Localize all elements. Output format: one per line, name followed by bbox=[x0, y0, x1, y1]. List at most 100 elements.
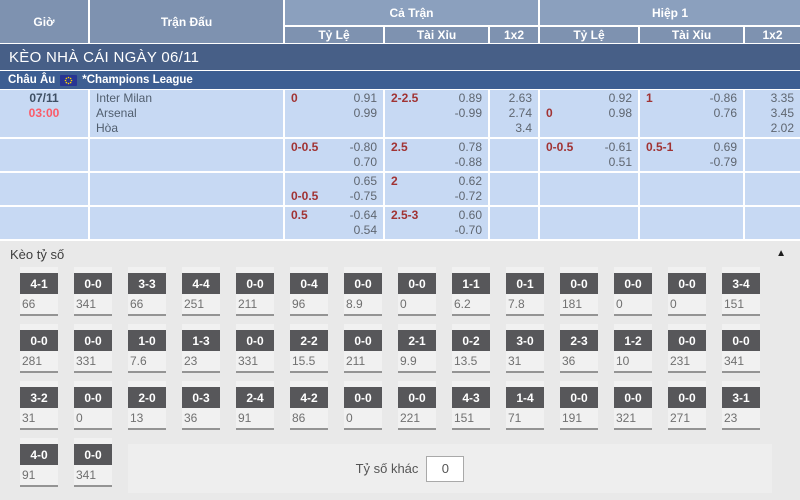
odds-cell-h1-overunder[interactable]: 0.5-10.69-0.79 bbox=[640, 139, 743, 171]
match-teams-cell[interactable] bbox=[90, 139, 283, 171]
odds-cell-h1-handicap[interactable]: 0-0.5-0.610.51 bbox=[540, 139, 638, 171]
score-bet-cell[interactable]: 0-0341 bbox=[74, 438, 112, 487]
score-bet-cell[interactable]: 0-00 bbox=[74, 381, 112, 430]
league-bar[interactable]: Châu Âu *Champions League bbox=[0, 71, 800, 89]
score-chip: 4-3 bbox=[452, 387, 490, 408]
score-bet-cell[interactable]: 3-231 bbox=[20, 381, 58, 430]
score-bet-cell[interactable]: 0-0211 bbox=[236, 267, 274, 316]
score-odds-value: 231 bbox=[668, 351, 706, 368]
score-bet-cell[interactable]: 4-3151 bbox=[452, 381, 490, 430]
odds-cell-fm-handicap[interactable]: 00.910.99 bbox=[285, 90, 383, 137]
odds-line: -0.70 bbox=[391, 223, 482, 238]
score-bet-cell[interactable]: 0-0181 bbox=[560, 267, 598, 316]
odds-cell-h1-overunder[interactable]: 1-0.860.76 bbox=[640, 90, 743, 137]
score-bet-cell[interactable]: 0-0331 bbox=[236, 324, 274, 373]
score-bet-cell[interactable]: 0-00 bbox=[398, 267, 436, 316]
handicap-label: 0.5 bbox=[291, 208, 308, 223]
odds-cell-h1-handicap[interactable] bbox=[540, 173, 638, 205]
score-bet-cell[interactable]: 0-00 bbox=[614, 267, 652, 316]
score-bet-cell[interactable]: 0-00 bbox=[344, 381, 382, 430]
score-bet-cell[interactable]: 3-123 bbox=[722, 381, 760, 430]
odds-cell-fm-overunder[interactable]: 2.50.78-0.88 bbox=[385, 139, 488, 171]
score-bet-cell[interactable]: 3-4151 bbox=[722, 267, 760, 316]
score-bet-cell[interactable]: 1-323 bbox=[182, 324, 220, 373]
score-odds-value: 91 bbox=[20, 465, 58, 482]
score-bet-cell[interactable]: 0-213.5 bbox=[452, 324, 490, 373]
score-bet-cell[interactable]: 2-215.5 bbox=[290, 324, 328, 373]
odds-cell-fm-1x2[interactable] bbox=[490, 207, 538, 239]
correct-score-section: Kèo tỷ số ▲ 4-1660-03413-3664-42510-0211… bbox=[0, 241, 800, 500]
odds-value: -0.86 bbox=[710, 91, 737, 106]
odds-cell-fm-handicap[interactable]: 0.650-0.5-0.75 bbox=[285, 173, 383, 205]
odds-cell-fm-overunder[interactable]: 20.62-0.72 bbox=[385, 173, 488, 205]
score-bet-cell[interactable]: 0-0341 bbox=[74, 267, 112, 316]
odds-cell-h1-overunder[interactable] bbox=[640, 207, 743, 239]
score-bet-cell[interactable]: 0-336 bbox=[182, 381, 220, 430]
score-bet-cell[interactable]: 0-00 bbox=[668, 267, 706, 316]
odds-cell-fm-1x2[interactable] bbox=[490, 139, 538, 171]
odds-cell-fm-1x2[interactable] bbox=[490, 173, 538, 205]
score-bet-cell[interactable]: 1-07.6 bbox=[128, 324, 166, 373]
odds-cell-h1-handicap[interactable] bbox=[540, 207, 638, 239]
odds-value: -0.61 bbox=[605, 140, 632, 155]
odds-cell-fm-handicap[interactable]: 0-0.5-0.800.70 bbox=[285, 139, 383, 171]
odds-cell-h1-1x2[interactable] bbox=[745, 173, 800, 205]
odds-cell-h1-1x2[interactable] bbox=[745, 139, 800, 171]
odds-cell-h1-handicap[interactable]: 0.9200.98 bbox=[540, 90, 638, 137]
score-bet-cell[interactable]: 4-091 bbox=[20, 438, 58, 487]
score-row: 0-0281 0-0331 1-07.6 1-323 0-0331 2-215.5 0-02… bbox=[20, 324, 800, 373]
score-bet-cell[interactable]: 4-166 bbox=[20, 267, 58, 316]
score-bet-cell[interactable]: 0-0321 bbox=[614, 381, 652, 430]
score-bet-cell[interactable]: 0-0211 bbox=[344, 324, 382, 373]
odds-value: 0.69 bbox=[714, 140, 737, 155]
score-bet-cell[interactable]: 1-16.2 bbox=[452, 267, 490, 316]
score-bet-cell[interactable]: 4-4251 bbox=[182, 267, 220, 316]
score-bet-cell[interactable]: 0-0221 bbox=[398, 381, 436, 430]
betting-odds-page: Giờ Trận Đấu Cả Trận Hiệp 1 Tỷ Lệ Tài Xỉ… bbox=[0, 0, 800, 500]
score-bet-cell[interactable]: 2-19.9 bbox=[398, 324, 436, 373]
score-bet-cell[interactable]: 0-496 bbox=[290, 267, 328, 316]
home-team: Inter Milan bbox=[96, 91, 277, 106]
odds-cell-fm-1x2[interactable]: 2.632.743.4 bbox=[490, 90, 538, 137]
score-bet-cell[interactable]: 0-0331 bbox=[74, 324, 112, 373]
score-chip: 0-0 bbox=[74, 387, 112, 408]
score-bet-cell[interactable]: 0-08.9 bbox=[344, 267, 382, 316]
score-bet-cell[interactable]: 1-210 bbox=[614, 324, 652, 373]
score-bet-cell[interactable]: 0-0191 bbox=[560, 381, 598, 430]
odds-value: -0.79 bbox=[710, 155, 737, 170]
score-bet-cell[interactable]: 2-336 bbox=[560, 324, 598, 373]
score-chip: 0-1 bbox=[506, 273, 544, 294]
match-teams-cell[interactable]: Inter MilanArsenalHòa bbox=[90, 90, 283, 137]
collapse-icon[interactable]: ▲ bbox=[776, 249, 786, 259]
match-teams-cell[interactable] bbox=[90, 173, 283, 205]
score-bet-cell[interactable]: 0-0341 bbox=[722, 324, 760, 373]
other-score-input[interactable] bbox=[426, 456, 464, 482]
score-bet-cell[interactable]: 3-366 bbox=[128, 267, 166, 316]
odds-cell-fm-overunder[interactable]: 2.5-30.60-0.70 bbox=[385, 207, 488, 239]
odds-line: 0.99 bbox=[291, 106, 377, 121]
score-bet-cell[interactable]: 2-491 bbox=[236, 381, 274, 430]
odds-cell-h1-overunder[interactable] bbox=[640, 173, 743, 205]
score-bet-cell[interactable]: 0-0271 bbox=[668, 381, 706, 430]
score-bet-cell[interactable]: 2-013 bbox=[128, 381, 166, 430]
score-bet-cell[interactable]: 0-0281 bbox=[20, 324, 58, 373]
league-name: *Champions League bbox=[82, 74, 193, 86]
score-chip: 0-0 bbox=[344, 387, 382, 408]
score-bet-cell[interactable]: 1-471 bbox=[506, 381, 544, 430]
score-bet-cell[interactable]: 0-17.8 bbox=[506, 267, 544, 316]
score-chip: 2-0 bbox=[128, 387, 166, 408]
odds-line: 0.65 bbox=[291, 174, 377, 189]
score-bet-cell[interactable]: 3-031 bbox=[506, 324, 544, 373]
score-bet-cell[interactable]: 4-286 bbox=[290, 381, 328, 430]
score-odds-value: 13 bbox=[128, 408, 166, 425]
odds-cell-h1-1x2[interactable] bbox=[745, 207, 800, 239]
score-odds-value: 191 bbox=[560, 408, 598, 425]
odds-cell-fm-overunder[interactable]: 2-2.50.89-0.99 bbox=[385, 90, 488, 137]
handicap-label: 2.5 bbox=[391, 140, 408, 155]
column-header-match: Trận Đấu bbox=[90, 0, 283, 43]
match-teams-cell[interactable] bbox=[90, 207, 283, 239]
score-bet-cell[interactable]: 0-0231 bbox=[668, 324, 706, 373]
odds-cell-fm-handicap[interactable]: 0.5-0.640.54 bbox=[285, 207, 383, 239]
odds-value: 3.4 bbox=[496, 121, 532, 136]
odds-cell-h1-1x2[interactable]: 3.353.452.02 bbox=[745, 90, 800, 137]
